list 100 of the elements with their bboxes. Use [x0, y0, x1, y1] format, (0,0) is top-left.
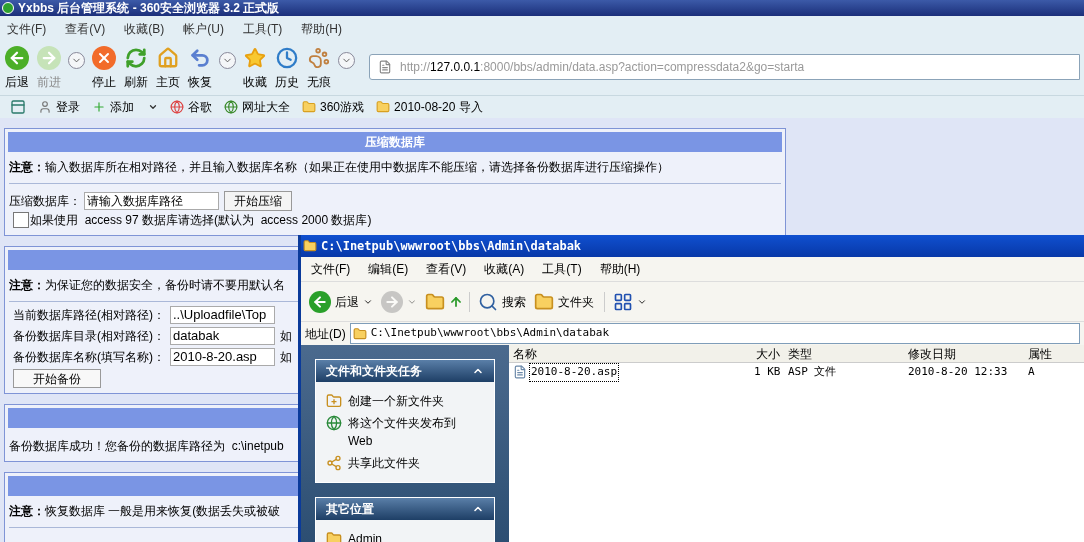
- toolbar-button[interactable]: 刷新: [123, 46, 149, 91]
- menu-item[interactable]: 查看(V): [426, 260, 467, 278]
- menu-item[interactable]: 编辑(E): [368, 260, 409, 278]
- column-header[interactable]: 类型: [784, 345, 904, 363]
- globe-icon: [170, 100, 184, 114]
- table-cell-text: A: [1027, 364, 1036, 380]
- toolbar-button[interactable]: 停止: [91, 46, 117, 91]
- hint-text: 如: [280, 349, 292, 366]
- input-field[interactable]: databak: [170, 327, 275, 345]
- views-button[interactable]: [613, 291, 647, 312]
- folder-icon: [534, 291, 554, 312]
- address-label: 地址(D): [305, 325, 346, 343]
- browser-logo-icon: [2, 2, 14, 14]
- menu-item[interactable]: 收藏(A): [484, 260, 525, 278]
- task-link[interactable]: 创建一个新文件夹: [348, 392, 478, 410]
- menu-item[interactable]: 工具(T): [243, 20, 283, 38]
- window-title: C:\Inetpub\wwwroot\bbs\Admin\databak: [321, 238, 582, 255]
- notice-text: 注意：恢复数据库 一般是用来恢复(数据丢失或被破: [8, 503, 282, 520]
- dropdown-button[interactable]: [338, 52, 355, 69]
- address-field[interactable]: http://127.0.0.1:8000/bbs/admin/data.asp?action=compressdata2&go=starta: [369, 54, 1080, 80]
- toolbar-button[interactable]: 后退: [4, 46, 30, 91]
- address-field[interactable]: C:\Inetpub\wwwroot\bbs\Admin\databak: [349, 323, 1080, 344]
- bookmark-link[interactable]: 添加: [110, 98, 134, 116]
- task-link[interactable]: 将这个文件夹发布到 Web: [348, 414, 478, 450]
- field-label: 当前数据库路径(相对路径)：: [13, 307, 166, 324]
- toolbar-button[interactable]: 主页: [155, 46, 181, 91]
- column-header[interactable]: 名称: [509, 345, 754, 363]
- table-cell-text: 2010-8-20 12:33: [907, 364, 1009, 380]
- toolbar-button[interactable]: 收藏: [242, 46, 268, 91]
- folder-up-button[interactable]: [425, 291, 470, 312]
- globe-icon: [326, 415, 342, 431]
- folders-button[interactable]: 文件夹: [534, 291, 605, 312]
- field-label: 压缩数据库：: [9, 193, 81, 210]
- task-box-header[interactable]: 文件和文件夹任务: [316, 360, 494, 382]
- panel-title: 压缩数据库: [365, 134, 425, 151]
- file-icon: [513, 365, 527, 380]
- bookmark-link[interactable]: 2010-08-20 导入: [394, 98, 483, 116]
- checkbox[interactable]: [13, 212, 29, 228]
- folder-icon: [425, 291, 445, 312]
- menu-item[interactable]: 文件(F): [7, 20, 47, 38]
- caret-icon[interactable]: [148, 102, 158, 112]
- notice-text: 注意：为保证您的数据安全，备份时请不要用默认名: [8, 277, 286, 294]
- bookmark-link[interactable]: 谷歌: [188, 98, 212, 116]
- dropdown-button[interactable]: [219, 52, 236, 69]
- new-folder-icon: [326, 393, 342, 409]
- notice-text: 注意：输入数据库所在相对路径，并且输入数据库名称（如果正在使用中数据库不能压缩，请选择备份数据库进行压缩操作）: [8, 159, 670, 176]
- search-icon: [478, 291, 498, 312]
- folder-icon: [376, 100, 391, 114]
- menu-item[interactable]: 查看(V): [65, 20, 106, 38]
- bookmark-link[interactable]: 360游戏: [320, 98, 365, 116]
- column-header[interactable]: 大小: [754, 345, 784, 363]
- file-name[interactable]: 2010-8-20.asp: [529, 363, 620, 382]
- paw-icon: [307, 46, 331, 70]
- table-cell-text: 1 KB: [754, 364, 782, 380]
- bookmark-link[interactable]: 网址大全: [242, 98, 290, 116]
- dropdown-button[interactable]: [68, 52, 85, 69]
- column-header[interactable]: 属性: [1024, 345, 1084, 363]
- undo-icon: [188, 46, 212, 70]
- globe-icon: [224, 100, 238, 114]
- folder-icon: [352, 326, 367, 341]
- table-cell-text: ASP 文件: [787, 364, 838, 380]
- hint-text: 如: [280, 328, 292, 345]
- toolbar-button[interactable]: 历史: [274, 46, 300, 91]
- window-title: Yxbbs 后台管理系统 - 360安全浏览器 3.2 正式版: [18, 0, 280, 17]
- menu-item[interactable]: 文件(F): [311, 260, 351, 278]
- task-box-title: 文件和文件夹任务: [326, 363, 422, 380]
- success-message: 备份数据库成功！您备份的数据库路径为 c:\inetpub: [8, 438, 285, 455]
- home-icon: [156, 46, 180, 70]
- menu-item[interactable]: 工具(T): [542, 260, 582, 278]
- checkbox-label: 如果使用 access 97 数据库请选择(默认为 access 2000 数据库): [30, 212, 372, 229]
- sidebar-toggle-icon[interactable]: [10, 99, 26, 115]
- backup-button[interactable]: 开始备份: [13, 369, 101, 388]
- page-icon: [378, 60, 392, 74]
- back-button[interactable]: 后退: [309, 290, 373, 313]
- refresh-icon: [124, 46, 148, 70]
- menu-item[interactable]: 收藏(B): [124, 20, 165, 38]
- input-field[interactable]: 请输入数据库路径: [84, 192, 219, 210]
- clock-icon: [275, 46, 299, 70]
- user-icon: [38, 100, 52, 114]
- search-button[interactable]: 搜索: [478, 291, 526, 312]
- task-box-header[interactable]: 其它位置: [316, 498, 494, 520]
- field-label: 备份数据库名称(填写名称)：: [13, 349, 166, 366]
- input-field[interactable]: 2010-8-20.asp: [170, 348, 275, 366]
- compress-button[interactable]: 开始压缩: [224, 191, 292, 211]
- toolbar-button[interactable]: 无痕: [306, 46, 332, 91]
- stop-icon: [92, 46, 116, 70]
- bookmark-link[interactable]: 登录: [56, 98, 80, 116]
- task-box-title: 其它位置: [326, 501, 374, 518]
- grid-icon: [613, 291, 633, 312]
- field-label: 备份数据库目录(相对路径)：: [13, 328, 166, 345]
- menu-item[interactable]: 帮助(H): [599, 260, 641, 278]
- task-link[interactable]: 共享此文件夹: [348, 454, 478, 472]
- folder-icon: [303, 239, 317, 253]
- column-header[interactable]: 修改日期: [904, 345, 1024, 363]
- input-field[interactable]: ..\Uploadfile\Top: [170, 306, 275, 324]
- plus-icon: [92, 100, 106, 114]
- toolbar-button[interactable]: 恢复: [187, 46, 213, 91]
- star-icon: [243, 46, 267, 70]
- menu-item[interactable]: 帐户(U): [183, 20, 224, 38]
- menu-item[interactable]: 帮助(H): [301, 20, 342, 38]
